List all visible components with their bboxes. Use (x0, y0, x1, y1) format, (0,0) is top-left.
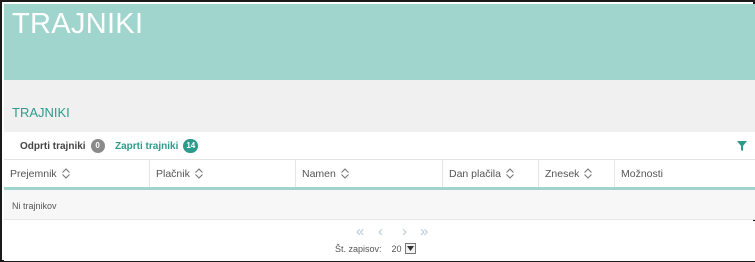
column-label: Namen (302, 167, 336, 180)
page-size-select[interactable] (404, 243, 416, 254)
filter-icon[interactable] (737, 141, 747, 151)
tab-closed-count-badge: 14 (183, 139, 199, 153)
sort-icon (340, 168, 349, 179)
section-header: TRAJNIKI (4, 80, 755, 132)
column-label: Dan plačila (449, 167, 501, 180)
sort-icon (194, 168, 203, 179)
column-label: Plačnik (156, 167, 190, 180)
table-header: Prejemnik Plačnik Namen Dan plačila Znes… (4, 160, 755, 190)
section-title: TRAJNIKI (12, 105, 70, 120)
records-per-page-label: Št. zapisov: (335, 243, 382, 254)
tab-open-label: Odprti trajniki (20, 140, 86, 152)
column-header-namen[interactable]: Namen (296, 160, 443, 187)
sort-icon (61, 168, 70, 179)
column-header-placnik[interactable]: Plačnik (150, 160, 296, 187)
tab-closed-standing-orders[interactable]: Zaprti trajniki 14 (115, 139, 199, 153)
empty-table-message: Ni trajnikov (12, 201, 57, 211)
column-label: Prejemnik (10, 167, 57, 180)
column-header-dan-placila[interactable]: Dan plačila (443, 160, 539, 187)
window-frame: TRAJNIKI TRAJNIKI Odprti trajniki 0 Zapr… (0, 0, 755, 262)
header-title: TRAJNIKI (12, 8, 144, 40)
page-size-value[interactable]: 20 (392, 244, 402, 254)
sort-icon (584, 168, 593, 179)
column-header-moznosti: Možnosti (615, 160, 755, 187)
column-label: Znesek (545, 167, 580, 180)
tabs-bar: Odprti trajniki 0 Zaprti trajniki 14 (4, 132, 755, 160)
tab-open-standing-orders[interactable]: Odprti trajniki 0 (20, 139, 105, 153)
column-header-znesek[interactable]: Znesek (539, 160, 615, 187)
header-banner: TRAJNIKI (4, 4, 755, 80)
table-body: Ni trajnikov (4, 190, 755, 220)
tab-open-count-badge: 0 (90, 139, 105, 153)
last-page-icon[interactable]: » (420, 224, 428, 240)
pagination: « ‹ › » Št. zapisov: 20 (4, 221, 755, 261)
column-label: Možnosti (621, 167, 664, 180)
records-per-page: Št. zapisov: 20 (335, 243, 416, 254)
first-page-icon[interactable]: « (356, 224, 364, 240)
previous-page-icon[interactable]: ‹ (378, 224, 383, 240)
column-header-prejemnik[interactable]: Prejemnik (4, 160, 150, 187)
tab-closed-label: Zaprti trajniki (115, 140, 179, 152)
chevron-down-icon (406, 246, 414, 251)
next-page-icon[interactable]: › (402, 224, 407, 240)
sort-icon (506, 168, 514, 179)
